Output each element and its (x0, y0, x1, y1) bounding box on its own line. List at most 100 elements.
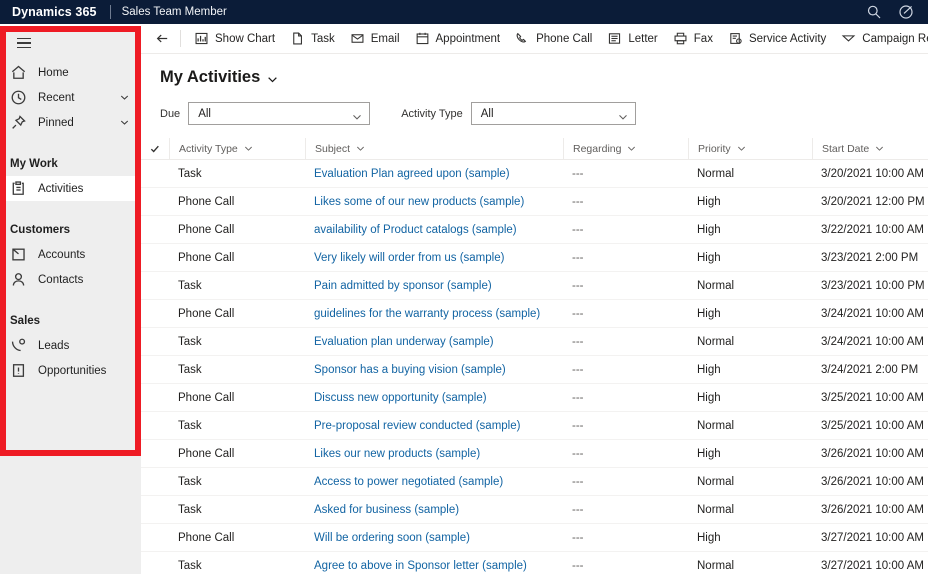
chevron-down-icon[interactable] (267, 72, 278, 83)
search-icon[interactable] (866, 4, 882, 20)
cell-subject[interactable]: Discuss new opportunity (sample) (305, 384, 563, 412)
activity-type-filter-select[interactable]: All (470, 102, 636, 125)
chevron-down-icon[interactable] (120, 118, 129, 127)
cell-subject[interactable]: Will be ordering soon (sample) (305, 524, 563, 552)
back-arrow-icon[interactable] (149, 26, 175, 52)
brand-logo[interactable]: Dynamics 365 (0, 5, 97, 19)
command-label: Task (311, 32, 335, 45)
sidebar-item-pinned[interactable]: Pinned (0, 110, 141, 135)
sidebar-item-contacts[interactable]: Contacts (0, 267, 141, 292)
cell-priority: High (697, 307, 721, 320)
cell-subject[interactable]: Pain admitted by sponsor (sample) (305, 272, 563, 300)
table-row[interactable]: Phone Call guidelines for the warranty pr… (141, 300, 928, 328)
cell-subject[interactable]: Agree to above in Sponsor letter (sample… (305, 552, 563, 574)
new-letter-button[interactable]: Letter (601, 25, 666, 53)
cell-regarding: --- (572, 279, 584, 292)
dynamics365-app-window: Dynamics 365 Sales Team Member Home Rece… (0, 0, 928, 574)
new-task-button[interactable]: Task (284, 25, 344, 53)
sidebar-item-home[interactable]: Home (0, 60, 141, 85)
app-name-label[interactable]: Sales Team Member (122, 6, 227, 18)
column-header-subject[interactable]: Subject (305, 137, 563, 160)
table-row[interactable]: Phone Call Likes some of our new products… (141, 188, 928, 216)
view-selector[interactable]: My Activities (160, 68, 278, 87)
sitemap-sidebar: Home Recent Pinned My Work Activities Cu… (0, 26, 141, 574)
letter-icon (607, 31, 622, 46)
sidebar-item-leads[interactable]: Leads (0, 333, 141, 358)
chevron-down-icon[interactable] (120, 93, 129, 102)
cell-subject[interactable]: Likes some of our new products (sample) (305, 188, 563, 216)
table-row[interactable]: Task Asked for business (sample) --- Normal… (141, 496, 928, 524)
cell-regarding: --- (572, 447, 584, 460)
opportunities-icon (10, 363, 27, 378)
cell-activity-type: Task (178, 363, 202, 376)
new-appointment-button[interactable]: Appointment (409, 25, 510, 53)
cell-subject[interactable]: guidelines for the warranty process (sam… (305, 300, 563, 328)
chevron-down-icon (356, 144, 365, 153)
table-row[interactable]: Phone Call Discuss new opportunity (sampl… (141, 384, 928, 412)
cell-priority: Normal (697, 167, 735, 180)
cell-start-date: 3/27/2021 10:00 AM (821, 531, 924, 544)
new-fax-button[interactable]: Fax (667, 25, 722, 53)
page-title: My Activities (160, 68, 261, 86)
table-row[interactable]: Task Sponsor has a buying vision (sample)… (141, 356, 928, 384)
cell-subject[interactable]: Likes our new products (sample) (305, 440, 563, 468)
cell-regarding: --- (572, 167, 584, 180)
table-row[interactable]: Task Pain admitted by sponsor (sample) ---… (141, 272, 928, 300)
cell-subject[interactable]: Access to power negotiated (sample) (305, 468, 563, 496)
fax-icon (673, 31, 688, 46)
table-row[interactable]: Task Evaluation Plan agreed upon (sample)… (141, 160, 928, 188)
cell-priority: Normal (697, 503, 735, 516)
cell-start-date: 3/25/2021 10:00 AM (821, 391, 924, 404)
cell-subject[interactable]: Asked for business (sample) (305, 496, 563, 524)
column-header-activity-type[interactable]: Activity Type (169, 137, 305, 160)
hamburger-icon[interactable] (4, 26, 44, 60)
due-filter-select[interactable]: All (188, 102, 371, 125)
sidebar-item-accounts[interactable]: Accounts (0, 242, 141, 267)
sidebar-item-activities[interactable]: Activities (0, 176, 141, 201)
column-header-start-date[interactable]: Start Date (812, 137, 928, 160)
cell-start-date: 3/24/2021 10:00 AM (821, 307, 924, 320)
table-row[interactable]: Phone Call Likes our new products (sample… (141, 440, 928, 468)
show-chart-button[interactable]: Show Chart (188, 25, 284, 53)
cell-priority: High (697, 447, 721, 460)
select-all-checkbox[interactable] (141, 144, 169, 154)
table-row[interactable]: Task Pre-proposal review conducted (sampl… (141, 412, 928, 440)
sidebar-item-opportunities[interactable]: Opportunities (0, 358, 141, 383)
new-phone-call-button[interactable]: Phone Call (509, 25, 601, 53)
top-navigation-bar: Dynamics 365 Sales Team Member (0, 0, 928, 24)
cell-priority: High (697, 363, 721, 376)
cell-priority: Normal (697, 475, 735, 488)
email-icon (350, 31, 365, 46)
table-row[interactable]: Task Access to power negotiated (sample) -… (141, 468, 928, 496)
table-row[interactable]: Phone Call Will be ordering soon (sample)… (141, 524, 928, 552)
table-row[interactable]: Task Agree to above in Sponsor letter (sa… (141, 552, 928, 574)
table-row[interactable]: Phone Call Very likely will order from us… (141, 244, 928, 272)
cell-priority: High (697, 391, 721, 404)
cell-subject[interactable]: Sponsor has a buying vision (sample) (305, 356, 563, 384)
cell-subject[interactable]: Very likely will order from us (sample) (305, 244, 563, 272)
due-filter-value: All (198, 107, 211, 120)
cell-subject[interactable]: Evaluation Plan agreed upon (sample) (305, 160, 563, 188)
cell-regarding: --- (572, 223, 584, 236)
column-header-regarding[interactable]: Regarding (563, 137, 688, 160)
cell-subject[interactable]: availability of Product catalogs (sample… (305, 216, 563, 244)
cell-regarding: --- (572, 307, 584, 320)
new-service-activity-button[interactable]: Service Activity (722, 25, 835, 53)
advanced-find-icon[interactable] (898, 4, 914, 20)
table-row[interactable]: Phone Call availability of Product catalo… (141, 216, 928, 244)
table-row[interactable]: Task Evaluation plan underway (sample) ---… (141, 328, 928, 356)
new-email-button[interactable]: Email (344, 25, 409, 53)
command-label: Service Activity (748, 32, 827, 45)
sidebar-item-label: Home (38, 66, 69, 79)
cell-activity-type: Task (178, 279, 202, 292)
command-label: Fax (693, 32, 713, 45)
cell-subject[interactable]: Pre-proposal review conducted (sample) (305, 412, 563, 440)
new-campaign-response-button[interactable]: Campaign Response (835, 25, 928, 53)
cell-priority: High (697, 531, 721, 544)
command-label: Letter (628, 32, 658, 45)
column-header-priority[interactable]: Priority (688, 137, 812, 160)
cell-subject[interactable]: Evaluation plan underway (sample) (305, 328, 563, 356)
cell-start-date: 3/23/2021 10:00 PM (821, 279, 925, 292)
cell-start-date: 3/27/2021 10:00 AM (821, 559, 924, 572)
sidebar-item-recent[interactable]: Recent (0, 85, 141, 110)
